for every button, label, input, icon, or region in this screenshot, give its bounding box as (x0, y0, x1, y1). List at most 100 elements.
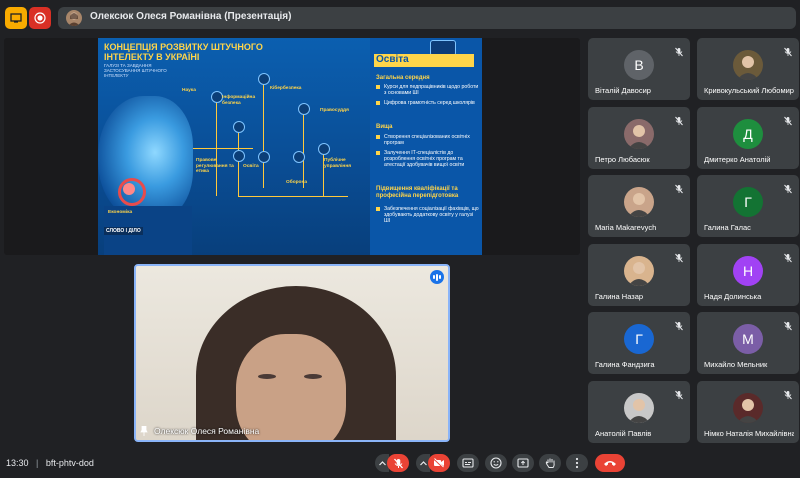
participant-photo (624, 255, 654, 286)
clock-time: 13:30 (6, 458, 29, 468)
pin-icon[interactable] (140, 426, 148, 436)
education-item: Створення спеціалізованих освітніх прогр… (376, 134, 480, 146)
camera-toggle-button[interactable] (428, 454, 450, 472)
section-public-admin: Публічне управління (324, 158, 352, 169)
participant-name: Галина Фандзига (595, 360, 655, 369)
slovo-i-dilo-logo: СЛОВО І ДІЛО (104, 227, 143, 235)
participant-photo (733, 392, 763, 423)
presenter-title: Олексюк Олеся Романівна (Презентація) (90, 11, 292, 22)
node-icon (233, 121, 245, 133)
hang-up-icon (604, 461, 616, 466)
participant-photo (624, 187, 654, 217)
camera-off-icon (433, 458, 444, 468)
mic-off-icon (783, 44, 793, 57)
more-options-button[interactable] (566, 454, 588, 472)
mic-off-icon (783, 113, 793, 125)
education-block-title: Вища (376, 124, 393, 130)
education-heading: Освіта (376, 54, 409, 65)
presentation-banner[interactable]: Олексюк Олеся Романівна (Презентація) (58, 7, 796, 29)
education-block-title: Підвищення кваліфікації та професійна пе… (376, 186, 459, 199)
speaking-indicator-icon (430, 270, 444, 284)
participant-avatar: В (624, 50, 654, 80)
education-item: Курси для педпрацівників щодо роботи з о… (376, 84, 480, 96)
participant-tile[interactable]: Maria Makarevych (588, 175, 690, 237)
participant-name: Maria Makarevych (595, 223, 657, 232)
captions-button[interactable] (457, 454, 479, 472)
meeting-info: 13:30 | bft-phtv-dod (6, 458, 94, 468)
slide-education-panel: Освіта Загальна середня Курси для педпра… (370, 38, 482, 255)
mic-off-icon (674, 387, 684, 399)
participant-tile[interactable]: М Михайло Мельник (697, 312, 799, 374)
participant-tile[interactable]: Г Галина Галас (697, 175, 799, 237)
participant-avatar: Г (624, 324, 654, 354)
hand-raise-presentation-button[interactable] (5, 7, 27, 29)
section-defense: Оборона (286, 180, 308, 185)
mic-off-icon (674, 44, 684, 57)
presenter-avatar (66, 10, 82, 26)
chevron-up-icon (378, 460, 386, 465)
mic-off-icon (674, 250, 684, 262)
participant-tile[interactable]: Д Дмитерко Анатолій (697, 106, 799, 169)
slide-title: КОНЦЕПЦІЯ РОЗВИТКУ ШТУЧНОГО ІНТЕЛЕКТУ В … (104, 42, 263, 62)
slide-infographic: КОНЦЕПЦІЯ РОЗВИТКУ ШТУЧНОГО ІНТЕЛЕКТУ В … (98, 38, 370, 255)
recording-button[interactable] (29, 7, 51, 29)
participant-tile[interactable]: Анатолій Павлів (588, 380, 690, 443)
participant-tile[interactable]: В Віталій Давосир (588, 38, 690, 100)
participant-avatar: Н (733, 255, 763, 286)
participant-name: Галина Галас (704, 223, 751, 232)
participant-avatar: Г (733, 187, 763, 217)
node-icon (258, 73, 270, 85)
participant-tile[interactable]: Петро Любасюк (588, 106, 690, 169)
section-education: Освіта (243, 164, 259, 169)
reactions-button[interactable] (485, 454, 507, 472)
education-item: Цифрова грамотність серед школярів (376, 100, 480, 106)
chevron-up-icon (419, 460, 427, 465)
participant-photo (733, 50, 763, 80)
more-vert-icon (575, 457, 579, 469)
section-justice: Правосуддя (320, 108, 349, 113)
present-screen-button[interactable] (512, 454, 534, 472)
participant-tile[interactable]: Галина Назар (588, 243, 690, 306)
section-economy: Економіка (108, 210, 133, 215)
mic-off-icon (393, 458, 403, 468)
raise-hand-button[interactable] (539, 454, 561, 472)
participant-name: Анатолій Павлів (595, 428, 652, 438)
record-icon (34, 12, 46, 24)
participant-tile[interactable]: Німко Наталія Михайлівна (697, 380, 799, 443)
participant-tile[interactable]: Кривокульський Любомир (697, 38, 799, 100)
top-bar: Олексюк Олеся Романівна (Презентація) (0, 0, 800, 36)
participant-tile[interactable]: Н Надя Долинська (697, 243, 799, 306)
section-infosecurity: Інформаційна безпека (222, 95, 256, 106)
participant-name: Михайло Мельник (704, 360, 768, 369)
mic-off-icon (674, 181, 684, 194)
node-icon (298, 103, 310, 115)
emoji-icon (490, 457, 502, 469)
node-icon (318, 143, 330, 155)
captions-icon (462, 458, 474, 468)
microphone-toggle-button[interactable] (387, 454, 409, 472)
node-icon (258, 151, 270, 163)
leave-call-button[interactable] (595, 454, 625, 472)
mic-off-icon (783, 181, 793, 194)
section-legal: Правове регулювання та етика (196, 158, 234, 174)
section-science: Наука (182, 88, 196, 93)
participant-name: Надя Долинська (704, 291, 762, 301)
present-icon (517, 458, 529, 468)
participant-tile[interactable]: Г Галина Фандзига (588, 312, 690, 374)
participant-name: Віталій Давосир (595, 86, 651, 95)
education-item: Залучення ІТ-спеціалістів до розроблення… (376, 150, 480, 168)
participant-avatar: М (733, 324, 763, 354)
participant-name: Дмитерко Анатолій (704, 154, 771, 164)
bottom-bar: 13:30 | bft-phtv-dod (0, 448, 800, 478)
participant-name: Петро Любасюк (595, 154, 650, 164)
section-cybersecurity: Кібербезпека (270, 86, 302, 91)
meeting-code[interactable]: bft-phtv-dod (46, 458, 94, 468)
mic-off-icon (674, 318, 684, 331)
presenter-name: Олексюк Олеся Романівна (154, 426, 260, 436)
ai-head-illustration (98, 96, 193, 221)
node-icon (293, 151, 305, 163)
presenter-video[interactable]: Олексюк Олеся Романівна (134, 264, 450, 442)
mic-off-icon (783, 318, 793, 331)
education-item: Забезпечення соціалізації фахівців, що з… (376, 206, 480, 224)
hand-icon (545, 458, 555, 468)
